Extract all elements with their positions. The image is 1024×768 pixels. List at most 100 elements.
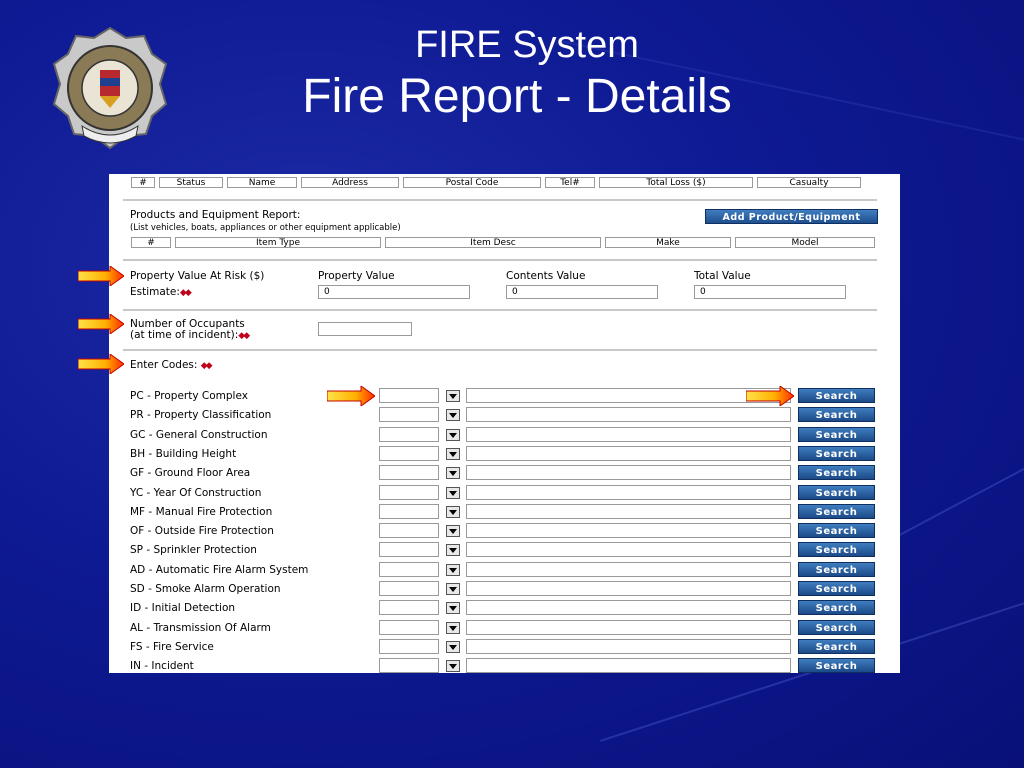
enter-codes-heading: Enter Codes: ◆◆ [130, 359, 213, 372]
dropdown-arrow-icon[interactable] [446, 486, 460, 499]
slide-subtitle: Fire Report - Details [302, 70, 732, 123]
code-description-field[interactable] [466, 581, 791, 596]
code-input[interactable] [379, 407, 439, 423]
code-row: PR - Property Classification Search [109, 406, 900, 425]
search-button[interactable]: Search [798, 658, 875, 673]
code-label: YC - Year Of Construction [130, 486, 262, 499]
dropdown-arrow-icon[interactable] [446, 621, 460, 634]
dropdown-arrow-icon[interactable] [446, 390, 460, 402]
search-button[interactable]: Search [798, 503, 875, 519]
code-row: ID - Initial Detection Search [109, 599, 900, 618]
contents-value-input[interactable]: 0 [506, 285, 658, 299]
code-label: GF - Ground Floor Area [130, 467, 251, 480]
dropdown-arrow-icon[interactable] [446, 505, 460, 518]
code-row: OF - Outside Fire Protection Search [109, 522, 900, 541]
products-table-header: # Item Type Item Desc Make Model [131, 237, 875, 248]
required-marker-icon: ◆◆ [238, 331, 250, 341]
callout-arrow-icon [78, 266, 124, 286]
code-description-field[interactable] [466, 658, 791, 673]
dropdown-arrow-icon[interactable] [446, 467, 460, 480]
code-description-field[interactable] [466, 542, 791, 558]
code-row: AD - Automatic Fire Alarm System Search [109, 561, 900, 580]
code-label: AD - Automatic Fire Alarm System [130, 563, 309, 576]
code-description-field[interactable] [466, 465, 791, 481]
occupants-input[interactable] [318, 322, 412, 336]
search-button[interactable]: Search [798, 388, 875, 403]
col-model: Model [735, 237, 875, 248]
code-description-field[interactable] [466, 600, 791, 616]
divider [123, 309, 877, 311]
code-input[interactable] [379, 581, 439, 596]
code-description-field[interactable] [466, 523, 791, 539]
dropdown-arrow-icon[interactable] [446, 660, 460, 673]
code-row: AL - Transmission Of Alarm Search [109, 619, 900, 638]
property-value-input[interactable]: 0 [318, 285, 470, 299]
estimate-label: Estimate:◆◆ [130, 286, 192, 299]
dropdown-arrow-icon[interactable] [446, 602, 460, 615]
code-input[interactable] [379, 658, 439, 673]
col-postal-code: Postal Code [403, 177, 541, 188]
search-button[interactable]: Search [798, 619, 875, 635]
code-description-field[interactable] [466, 561, 791, 577]
dropdown-arrow-icon[interactable] [446, 525, 460, 538]
dropdown-arrow-icon[interactable] [446, 428, 460, 441]
search-button[interactable]: Search [798, 581, 875, 596]
search-button[interactable]: Search [798, 561, 875, 577]
code-input[interactable] [379, 638, 439, 654]
search-button[interactable]: Search [798, 426, 875, 442]
dropdown-arrow-icon[interactable] [446, 447, 460, 460]
search-button[interactable]: Search [798, 407, 875, 423]
code-row: MF - Manual Fire Protection Search [109, 503, 900, 522]
code-label: GC - General Construction [130, 428, 268, 441]
code-input[interactable] [379, 600, 439, 616]
code-row: GC - General Construction Search [109, 426, 900, 445]
code-description-field[interactable] [466, 484, 791, 500]
code-row: GF - Ground Floor Area Search [109, 464, 900, 483]
code-input[interactable] [379, 445, 439, 461]
code-input[interactable] [379, 619, 439, 635]
code-input[interactable] [379, 484, 439, 500]
code-input[interactable] [379, 426, 439, 442]
occupants-label-text: (at time of incident): [130, 329, 239, 341]
property-value-heading: Property Value At Risk ($) [130, 270, 265, 282]
code-description-field[interactable] [466, 407, 791, 423]
code-input[interactable] [379, 465, 439, 481]
dropdown-arrow-icon[interactable] [446, 544, 460, 557]
dropdown-arrow-icon[interactable] [446, 640, 460, 653]
code-description-field[interactable] [466, 388, 791, 403]
col-item-type: Item Type [175, 237, 381, 248]
code-description-field[interactable] [466, 426, 791, 442]
divider [123, 349, 877, 351]
code-label: SP - Sprinkler Protection [130, 544, 257, 557]
code-label: IN - Incident [130, 660, 194, 673]
search-button[interactable]: Search [798, 600, 875, 616]
code-description-field[interactable] [466, 503, 791, 519]
slide-title: FIRE System [415, 24, 639, 66]
code-description-field[interactable] [466, 445, 791, 461]
col-total-loss: Total Loss ($) [599, 177, 753, 188]
code-input[interactable] [379, 542, 439, 558]
search-button[interactable]: Search [798, 445, 875, 461]
search-button[interactable]: Search [798, 465, 875, 481]
search-button[interactable]: Search [798, 542, 875, 558]
contents-value-label: Contents Value [506, 270, 586, 282]
enter-codes-text: Enter Codes: [130, 359, 198, 371]
code-row: BH - Building Height Search [109, 445, 900, 464]
add-product-equipment-button[interactable]: Add Product/Equipment [705, 209, 878, 224]
col-casualty: Casualty [757, 177, 861, 188]
dropdown-arrow-icon[interactable] [446, 583, 460, 595]
code-description-field[interactable] [466, 619, 791, 635]
code-description-field[interactable] [466, 638, 791, 654]
search-button[interactable]: Search [798, 484, 875, 500]
code-input[interactable] [379, 388, 439, 403]
code-input[interactable] [379, 561, 439, 577]
callout-arrow-icon [78, 354, 124, 374]
search-button[interactable]: Search [798, 638, 875, 654]
dropdown-arrow-icon[interactable] [446, 563, 460, 576]
code-input[interactable] [379, 503, 439, 519]
search-button[interactable]: Search [798, 523, 875, 539]
dropdown-arrow-icon[interactable] [446, 409, 460, 422]
code-label: OF - Outside Fire Protection [130, 525, 274, 538]
total-value-input[interactable]: 0 [694, 285, 846, 299]
code-input[interactable] [379, 523, 439, 539]
